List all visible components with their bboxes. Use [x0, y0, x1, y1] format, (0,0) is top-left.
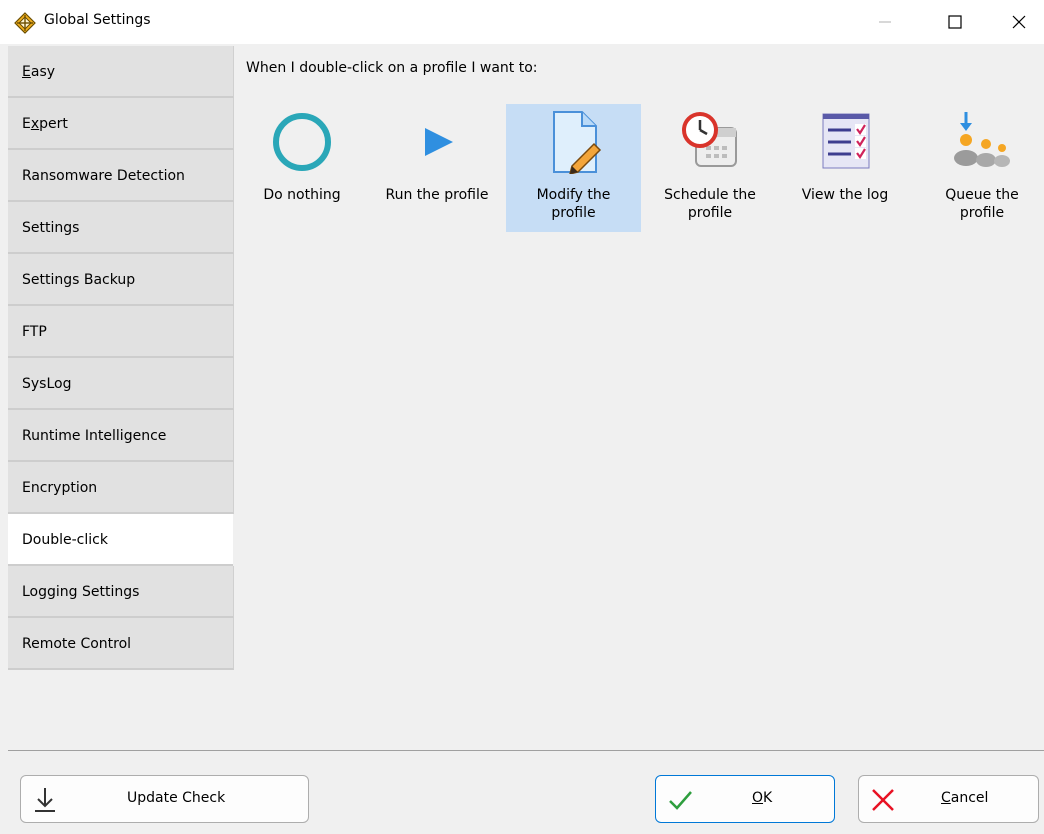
close-icon [1012, 15, 1026, 29]
sidebar-item-syslog[interactable]: SysLog [8, 358, 234, 410]
sidebar-item-easy[interactable]: Easy [8, 46, 234, 98]
sidebar-item-label: asy [30, 64, 56, 80]
sidebar-item-accel: E [22, 64, 31, 80]
option-queue-the-profile[interactable]: Queue the profile [924, 104, 1040, 232]
option-schedule-the-profile[interactable]: Schedule the profile [648, 104, 772, 232]
circle-icon [273, 113, 331, 171]
play-icon [425, 128, 453, 156]
maximize-icon [948, 15, 962, 29]
double-click-panel: When I double-click on a profile I want … [234, 46, 1044, 746]
sidebar-item-ransomware-detection[interactable]: Ransomware Detection [8, 150, 234, 202]
cancel-label: Cancel [941, 790, 989, 806]
sidebar-item-label: Runtime Intelligence [22, 428, 167, 444]
maximize-button[interactable] [932, 0, 978, 44]
sidebar-item-label: SysLog [22, 376, 72, 392]
update-check-label: Update Check [127, 790, 226, 806]
option-view-the-log[interactable]: View the log [786, 104, 904, 232]
sidebar-item-label: E [22, 116, 31, 132]
option-label: Queue the profile [945, 187, 1019, 221]
sidebar-item-double-click[interactable]: Double-click [8, 514, 233, 566]
sidebar-item-accel: x [30, 116, 40, 132]
update-check-button[interactable]: Update Check [20, 775, 309, 823]
checklist-icon [822, 113, 870, 169]
option-label: Do nothing [263, 187, 341, 203]
ok-button[interactable]: OK [655, 775, 835, 823]
minimize-button[interactable] [862, 0, 908, 44]
option-label: Schedule the profile [664, 187, 756, 221]
window-title: Global Settings [44, 12, 151, 28]
download-arrow-icon [35, 788, 55, 812]
sidebar-item-label: Encryption [22, 480, 98, 496]
sidebar-item-label: Logging Settings [22, 584, 140, 600]
sidebar-item-remote-control[interactable]: Remote Control [8, 618, 234, 670]
sidebar-item-settings-backup[interactable]: Settings Backup [8, 254, 234, 306]
cancel-x-icon [872, 789, 894, 811]
option-label: Modify the profile [536, 187, 611, 221]
option-do-nothing[interactable]: Do nothing [248, 104, 356, 232]
option-modify-the-profile[interactable]: Modify the profile [506, 104, 641, 232]
title-bar: Global Settings [0, 0, 1044, 44]
option-label: View the log [801, 187, 889, 203]
calendar-clock-icon [682, 112, 737, 167]
sidebar-item-label: Ransomware Detection [22, 168, 185, 184]
document-edit-icon [552, 111, 601, 174]
option-run-the-profile[interactable]: Run the profile [374, 104, 500, 232]
settings-sidebar: Easy Expert Ransomware Detection Setting… [8, 46, 234, 670]
panel-prompt: When I double-click on a profile I want … [246, 60, 538, 76]
sidebar-item-label: pert [39, 116, 68, 132]
sidebar-item-runtime-intelligence[interactable]: Runtime Intelligence [8, 410, 234, 462]
sidebar-item-ftp[interactable]: FTP [8, 306, 234, 358]
footer-separator [8, 750, 1044, 751]
sidebar-item-logging-settings[interactable]: Logging Settings [8, 566, 234, 618]
cancel-button[interactable]: Cancel [858, 775, 1039, 823]
checkmark-icon [669, 791, 692, 810]
queue-people-icon [954, 112, 1010, 167]
sidebar-item-label: Settings [22, 220, 80, 236]
ok-label: OK [752, 790, 773, 806]
sidebar-item-label: FTP [22, 324, 47, 340]
sidebar-item-encryption[interactable]: Encryption [8, 462, 234, 514]
sidebar-item-label: Double-click [22, 532, 108, 548]
close-button[interactable] [996, 0, 1042, 44]
minimize-icon [879, 21, 891, 23]
option-label: Run the profile [385, 187, 489, 203]
app-diamond-icon [14, 12, 36, 34]
sidebar-item-label: Settings Backup [22, 272, 136, 288]
sidebar-item-label: Remote Control [22, 636, 132, 652]
sidebar-item-expert[interactable]: Expert [8, 98, 234, 150]
sidebar-item-settings[interactable]: Settings [8, 202, 234, 254]
